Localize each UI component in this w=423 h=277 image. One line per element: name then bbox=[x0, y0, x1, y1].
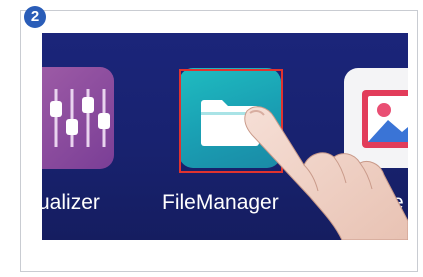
step-number-badge: 2 bbox=[24, 6, 46, 28]
tapping-hand-icon bbox=[244, 106, 408, 240]
device-home-screen: ualizer FileManager e bbox=[42, 33, 408, 240]
